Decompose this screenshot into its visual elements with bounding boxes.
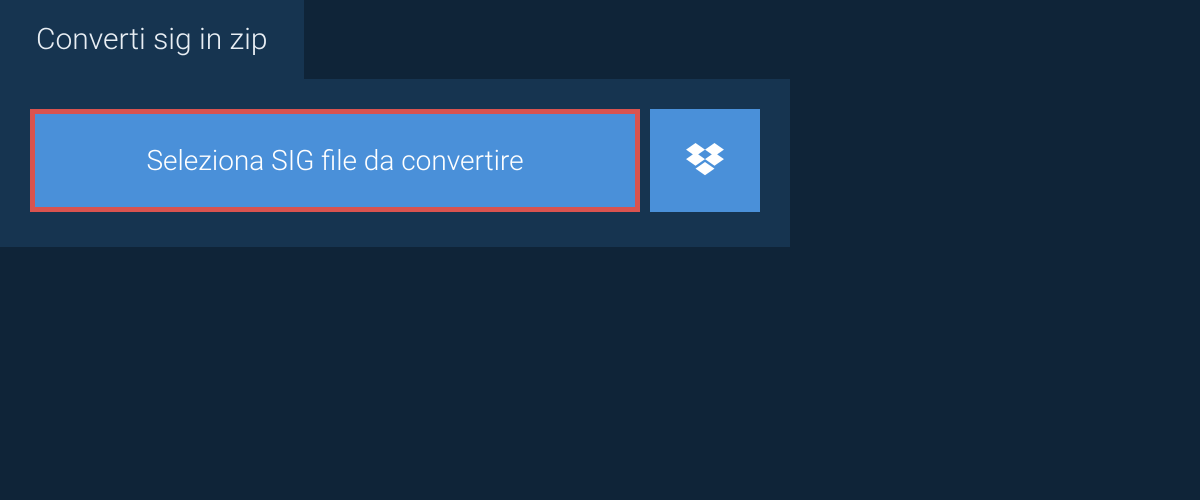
dropbox-icon (686, 143, 724, 179)
tab-title: Converti sig in zip (36, 22, 268, 57)
dropbox-button[interactable] (650, 109, 760, 212)
file-select-row: Seleziona SIG file da convertire (30, 109, 760, 212)
select-file-highlight: Seleziona SIG file da convertire (30, 109, 640, 212)
tab-bar: Converti sig in zip (0, 0, 304, 79)
tab-convert-sig-zip[interactable]: Converti sig in zip (0, 0, 304, 79)
select-file-button[interactable]: Seleziona SIG file da convertire (35, 114, 635, 207)
converter-panel: Seleziona SIG file da convertire (0, 79, 790, 247)
select-file-label: Seleziona SIG file da convertire (146, 144, 523, 177)
